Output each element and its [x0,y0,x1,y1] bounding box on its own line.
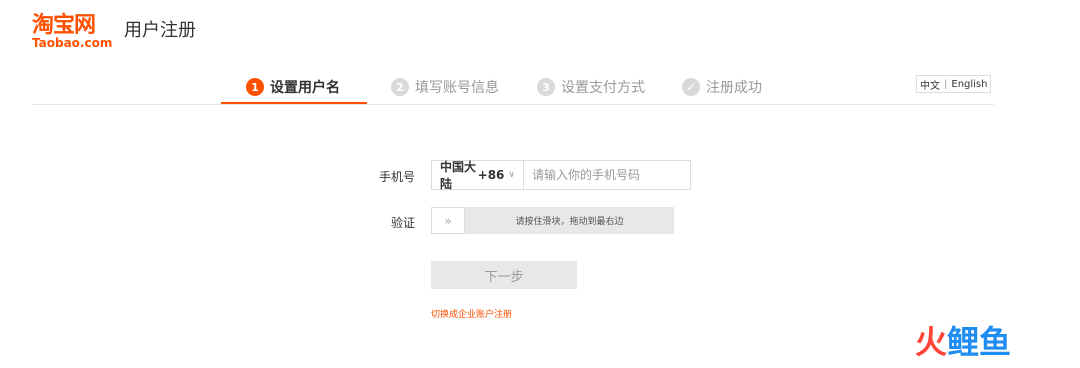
step-label-3: 设置支付方式 [561,80,645,96]
switch-business-account-link[interactable]: 切换成企业账户注册 [431,307,512,320]
country-code: +86 [477,168,505,182]
page-title: 用户注册 [124,20,196,41]
step-2: 2 填写账号信息 [391,70,499,104]
step-1: 1 设置用户名 [246,70,340,104]
lang-zh[interactable]: 中文 [920,77,940,92]
watermark-char-1: 火 [915,323,948,361]
phone-input[interactable] [524,161,690,189]
step-number-3: 3 [537,78,555,96]
watermark-char-3: 鱼 [979,323,1012,361]
lang-separator: | [944,78,948,90]
slider-handle[interactable]: » [431,207,465,234]
country-name: 中国大陆 [440,160,477,191]
lang-en[interactable]: English [951,79,987,90]
chevron-down-icon: ∨ [508,170,515,180]
step-label-4: 注册成功 [706,80,762,96]
step-number-1: 1 [246,78,264,96]
double-chevron-right-icon: » [444,213,452,228]
phone-label: 手机号 [378,170,415,184]
step-label-2: 填写账号信息 [415,80,499,96]
step-number-2: 2 [391,78,409,96]
taobao-logo[interactable]: 淘宝网 Taobao.com [32,13,118,51]
logo-cn: 淘宝网 [32,13,96,38]
step-label-1: 设置用户名 [270,80,340,96]
phone-field: 中国大陆 +86 ∨ [431,160,691,191]
watermark-logo: 火鲤鱼 [915,324,1011,360]
header: 淘宝网 Taobao.com 用户注册 [0,0,1080,60]
active-step-underline [221,102,367,104]
language-switch: 中文 | English [916,75,992,93]
country-select[interactable]: 中国大陆 +86 ∨ [432,160,524,191]
verify-label: 验证 [390,216,415,230]
logo-en: Taobao.com [32,36,113,50]
step-bar: 1 设置用户名 2 填写账号信息 3 设置支付方式 ✓ 注册成功 [32,70,994,105]
step-3: 3 设置支付方式 [537,70,645,104]
step-4: ✓ 注册成功 [682,70,762,104]
watermark-char-2: 鲤 [947,323,980,361]
check-icon: ✓ [682,78,700,96]
next-step-button[interactable]: 下一步 [431,261,577,289]
slider-hint: 请按住滑块，拖动到最右边 [515,217,624,227]
slide-verify: » 请按住滑块，拖动到最右边 [431,207,674,234]
